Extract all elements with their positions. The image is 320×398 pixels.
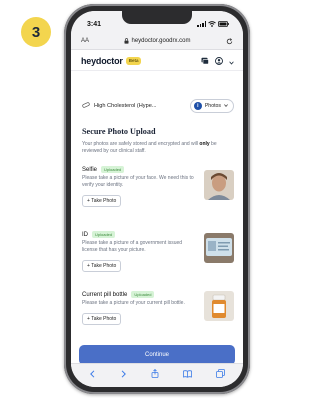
status-icons (197, 21, 229, 27)
account-icon[interactable] (215, 52, 223, 70)
pill-icon (82, 102, 90, 110)
wifi-icon (208, 21, 216, 27)
take-photo-button[interactable]: + Take Photo (82, 194, 122, 207)
text-size-button[interactable]: AA (81, 38, 89, 44)
item-description: Please take a picture of your face. We n… (82, 175, 194, 188)
take-photo-button[interactable]: + Take Photo (82, 259, 122, 272)
back-icon[interactable] (89, 369, 96, 378)
browser-toolbar (71, 363, 243, 387)
upload-section: Secure Photo Upload Your photos are safe… (82, 127, 234, 325)
item-description: Please take a picture of a government is… (82, 240, 183, 253)
phone-notch (122, 11, 192, 24)
intro-text: Your photos are safely stored and encryp… (82, 141, 217, 154)
case-name: High Cholesterol (Hype... (94, 103, 157, 109)
upload-item-id: ID Uploaded Please take a picture of a g… (82, 231, 234, 272)
item-description: Please take a picture of your current pi… (82, 300, 185, 306)
forward-icon[interactable] (120, 369, 127, 378)
phone-screen: 3:41 AA heydoctor.goodrx.com heydoctor B… (71, 11, 243, 387)
signal-icon (197, 21, 206, 27)
app-header: heydoctor Beta (71, 51, 243, 71)
url-text: heydoctor.goodrx.com (131, 38, 191, 44)
take-photo-button[interactable]: + Take Photo (82, 312, 122, 325)
case-label[interactable]: High Cholesterol (Hype... (82, 102, 157, 110)
header-actions (201, 52, 234, 70)
messages-icon[interactable] (201, 52, 209, 70)
phone-frame: 3:41 AA heydoctor.goodrx.com heydoctor B… (64, 4, 250, 394)
chevron-down-icon (224, 103, 228, 109)
continue-button[interactable]: Continue (79, 345, 235, 365)
beta-badge: Beta (125, 56, 142, 65)
id-thumbnail[interactable] (204, 233, 234, 263)
pill-bottle-thumbnail[interactable] (204, 291, 234, 321)
upload-item-selfie: Selfie Uploaded Please take a picture of… (82, 166, 234, 207)
uploaded-badge: Uploaded (131, 291, 155, 298)
share-icon[interactable] (151, 369, 159, 378)
status-time: 3:41 (87, 20, 102, 28)
heydoctor-logo[interactable]: heydoctor (81, 56, 123, 66)
section-select-value: Photos (204, 103, 221, 109)
tabs-icon[interactable] (216, 369, 225, 378)
battery-icon (218, 21, 229, 27)
uploaded-badge: Uploaded (101, 166, 125, 173)
lock-icon (124, 38, 129, 44)
step-number-badge: 3 (21, 17, 51, 47)
chevron-down-icon[interactable] (229, 52, 234, 70)
browser-address-bar[interactable]: AA heydoctor.goodrx.com (71, 33, 243, 50)
section-select[interactable]: i Photos (189, 99, 234, 113)
selfie-thumbnail[interactable] (204, 170, 234, 200)
upload-item-pill-bottle: Current pill bottle Uploaded Please take… (82, 291, 234, 325)
uploaded-badge: Uploaded (92, 231, 116, 238)
reload-icon[interactable] (226, 37, 233, 45)
brand[interactable]: heydoctor Beta (81, 56, 142, 66)
page-title: Secure Photo Upload (82, 127, 156, 136)
url-display[interactable]: heydoctor.goodrx.com (124, 38, 191, 44)
info-icon: i (193, 102, 202, 110)
case-row: High Cholesterol (Hype... i Photos (71, 95, 243, 117)
bookmarks-icon[interactable] (183, 369, 192, 378)
